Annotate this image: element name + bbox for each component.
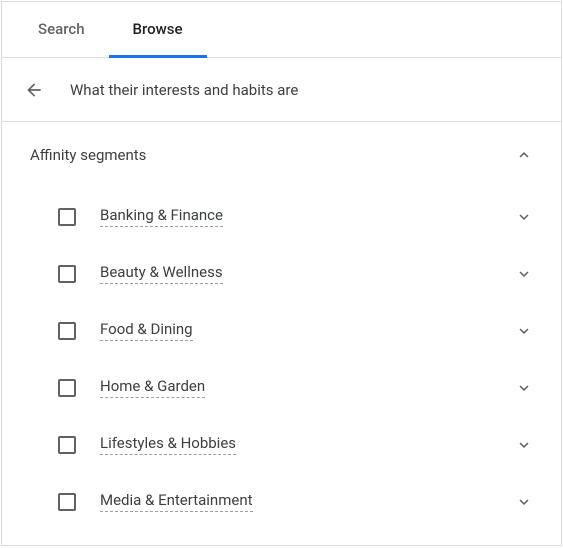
item-label[interactable]: Beauty & Wellness [100,263,223,284]
item-label[interactable]: Media & Entertainment [100,491,253,512]
checkbox[interactable] [58,208,76,226]
chevron-down-icon[interactable] [515,379,533,397]
back-arrow-icon[interactable] [22,78,46,102]
breadcrumb: What their interests and habits are [2,58,561,122]
item-label[interactable]: Home & Garden [100,377,205,398]
breadcrumb-title: What their interests and habits are [70,81,298,99]
chevron-down-icon[interactable] [515,322,533,340]
checkbox[interactable] [58,265,76,283]
tab-search[interactable]: Search [14,2,109,57]
chevron-down-icon[interactable] [515,493,533,511]
checkbox[interactable] [58,493,76,511]
chevron-down-icon[interactable] [515,265,533,283]
list-item: Beauty & Wellness [58,245,533,302]
tab-browse[interactable]: Browse [109,2,207,57]
list-item: Lifestyles & Hobbies [58,416,533,473]
chevron-up-icon [515,146,533,164]
checkbox[interactable] [58,436,76,454]
panel: Search Browse What their interests and h… [1,1,562,546]
list-item: Media & Entertainment [58,473,533,530]
section-title: Affinity segments [30,146,146,164]
list-item: Food & Dining [58,302,533,359]
tabs: Search Browse [2,2,561,58]
section-items: Banking & Finance Beauty & Wellness Food… [2,188,561,540]
item-label[interactable]: Banking & Finance [100,206,223,227]
checkbox[interactable] [58,379,76,397]
item-label[interactable]: Food & Dining [100,320,193,341]
checkbox[interactable] [58,322,76,340]
list-item: Home & Garden [58,359,533,416]
segment-list-scroll[interactable]: Affinity segments Banking & Finance Beau… [2,122,561,545]
item-label[interactable]: Lifestyles & Hobbies [100,434,236,455]
chevron-down-icon[interactable] [515,208,533,226]
list-item: Banking & Finance [58,188,533,245]
chevron-down-icon[interactable] [515,436,533,454]
section-affinity-segments[interactable]: Affinity segments [2,122,561,188]
